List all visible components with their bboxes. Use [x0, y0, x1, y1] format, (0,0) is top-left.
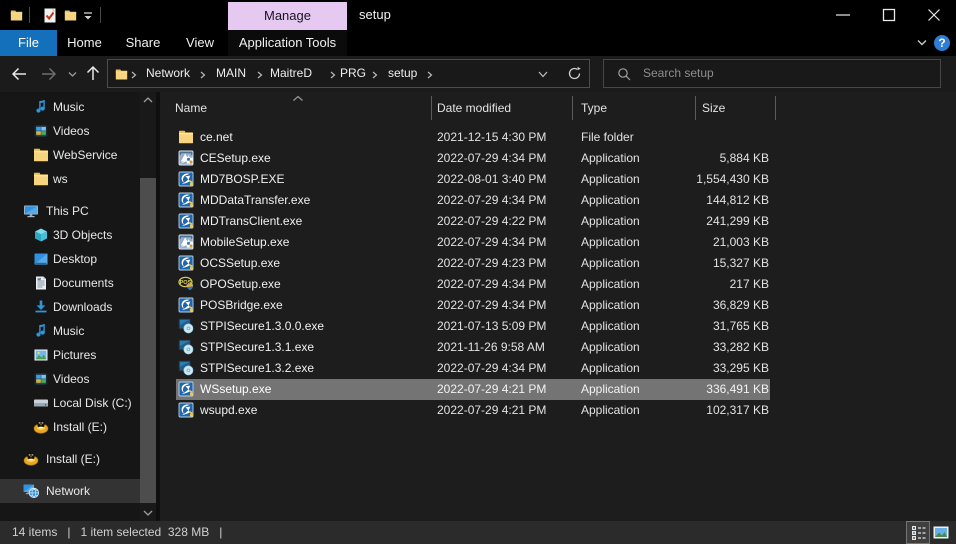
- svg-text:?: ?: [938, 36, 945, 50]
